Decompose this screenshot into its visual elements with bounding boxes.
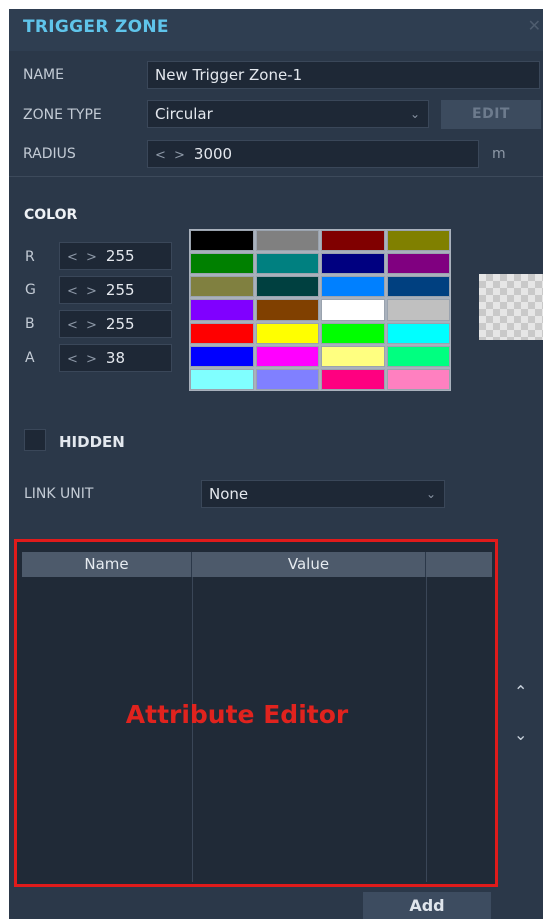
channel-g-input[interactable]: < > 255 (59, 276, 172, 304)
color-swatch[interactable] (386, 345, 450, 367)
attribute-editor-table: Name Value Attribute Editor (14, 539, 498, 887)
channel-r-input[interactable]: < > 255 (59, 242, 172, 270)
edit-button[interactable]: EDIT (441, 100, 541, 129)
channel-g-label: G (25, 282, 36, 298)
attribute-editor-label: Attribute Editor (125, 700, 349, 729)
color-swatch[interactable] (255, 322, 319, 344)
name-value: New Trigger Zone-1 (155, 66, 303, 84)
divider (9, 176, 543, 177)
channel-r-value: 255 (105, 247, 135, 265)
scroll-up-icon[interactable]: ⌃ (514, 682, 527, 701)
radius-value: 3000 (193, 145, 233, 163)
color-swatch[interactable] (321, 230, 385, 252)
color-swatch[interactable] (190, 230, 254, 252)
name-label: NAME (23, 67, 64, 83)
spinner-arrows-icon[interactable]: < > (67, 250, 99, 265)
color-preview (479, 274, 543, 340)
column-header-extra (426, 552, 492, 577)
color-swatch[interactable] (255, 253, 319, 275)
hidden-label: HIDDEN (59, 433, 125, 451)
color-swatch[interactable] (386, 322, 450, 344)
column-header-name: Name (22, 552, 192, 577)
channel-a-input[interactable]: < > 38 (59, 344, 172, 372)
column-divider (426, 577, 427, 882)
link-unit-label: LINK UNIT (24, 486, 94, 502)
color-swatch[interactable] (255, 299, 319, 321)
color-swatch[interactable] (386, 253, 450, 275)
title-bar: TRIGGER ZONE ✕ (9, 9, 543, 51)
close-icon[interactable]: ✕ (528, 16, 541, 35)
channel-b-input[interactable]: < > 255 (59, 310, 172, 338)
color-swatch[interactable] (190, 253, 254, 275)
color-swatch[interactable] (386, 276, 450, 298)
channel-a-value: 38 (105, 349, 126, 367)
color-swatch[interactable] (190, 322, 254, 344)
color-swatch[interactable] (321, 345, 385, 367)
color-swatch[interactable] (386, 368, 450, 390)
trigger-zone-panel: TRIGGER ZONE ✕ NAME New Trigger Zone-1 Z… (9, 9, 543, 919)
add-button[interactable]: Add (363, 892, 491, 919)
name-input[interactable]: New Trigger Zone-1 (147, 61, 540, 89)
channel-r-label: R (25, 249, 35, 265)
color-swatch[interactable] (321, 299, 385, 321)
radius-input[interactable]: < > 3000 (147, 140, 479, 168)
column-divider (192, 577, 193, 882)
color-swatch[interactable] (386, 299, 450, 321)
color-swatch[interactable] (321, 253, 385, 275)
panel-title: TRIGGER ZONE (23, 17, 169, 37)
spinner-arrows-icon[interactable]: < > (67, 284, 99, 299)
color-swatch[interactable] (190, 299, 254, 321)
radius-label: RADIUS (23, 146, 76, 162)
color-swatch[interactable] (255, 230, 319, 252)
color-swatch[interactable] (255, 368, 319, 390)
link-unit-select[interactable]: None ⌄ (201, 480, 445, 508)
channel-a-label: A (25, 350, 35, 366)
chevron-down-icon: ⌄ (409, 107, 420, 121)
color-swatch[interactable] (190, 368, 254, 390)
color-swatch[interactable] (255, 276, 319, 298)
color-palette (189, 229, 451, 391)
table-header: Name Value (22, 552, 492, 577)
color-swatch[interactable] (386, 230, 450, 252)
spinner-arrows-icon[interactable]: < > (67, 352, 99, 367)
zone-type-value: Circular (155, 105, 213, 123)
spinner-arrows-icon[interactable]: < > (67, 318, 99, 333)
hidden-checkbox[interactable] (24, 429, 46, 451)
color-swatch[interactable] (255, 345, 319, 367)
color-swatch[interactable] (190, 276, 254, 298)
zone-type-label: ZONE TYPE (23, 107, 102, 123)
channel-g-value: 255 (105, 281, 135, 299)
radius-unit: m (492, 146, 506, 162)
link-unit-value: None (209, 485, 249, 503)
color-swatch[interactable] (321, 322, 385, 344)
channel-b-label: B (25, 316, 35, 332)
channel-b-value: 255 (105, 315, 135, 333)
color-heading: COLOR (24, 207, 78, 223)
color-swatch[interactable] (190, 345, 254, 367)
color-swatch[interactable] (321, 276, 385, 298)
scroll-down-icon[interactable]: ⌄ (514, 725, 527, 744)
column-header-value: Value (192, 552, 426, 577)
zone-type-select[interactable]: Circular ⌄ (147, 100, 429, 128)
spinner-arrows-icon[interactable]: < > (155, 148, 187, 163)
chevron-down-icon: ⌄ (425, 487, 436, 501)
color-swatch[interactable] (321, 368, 385, 390)
